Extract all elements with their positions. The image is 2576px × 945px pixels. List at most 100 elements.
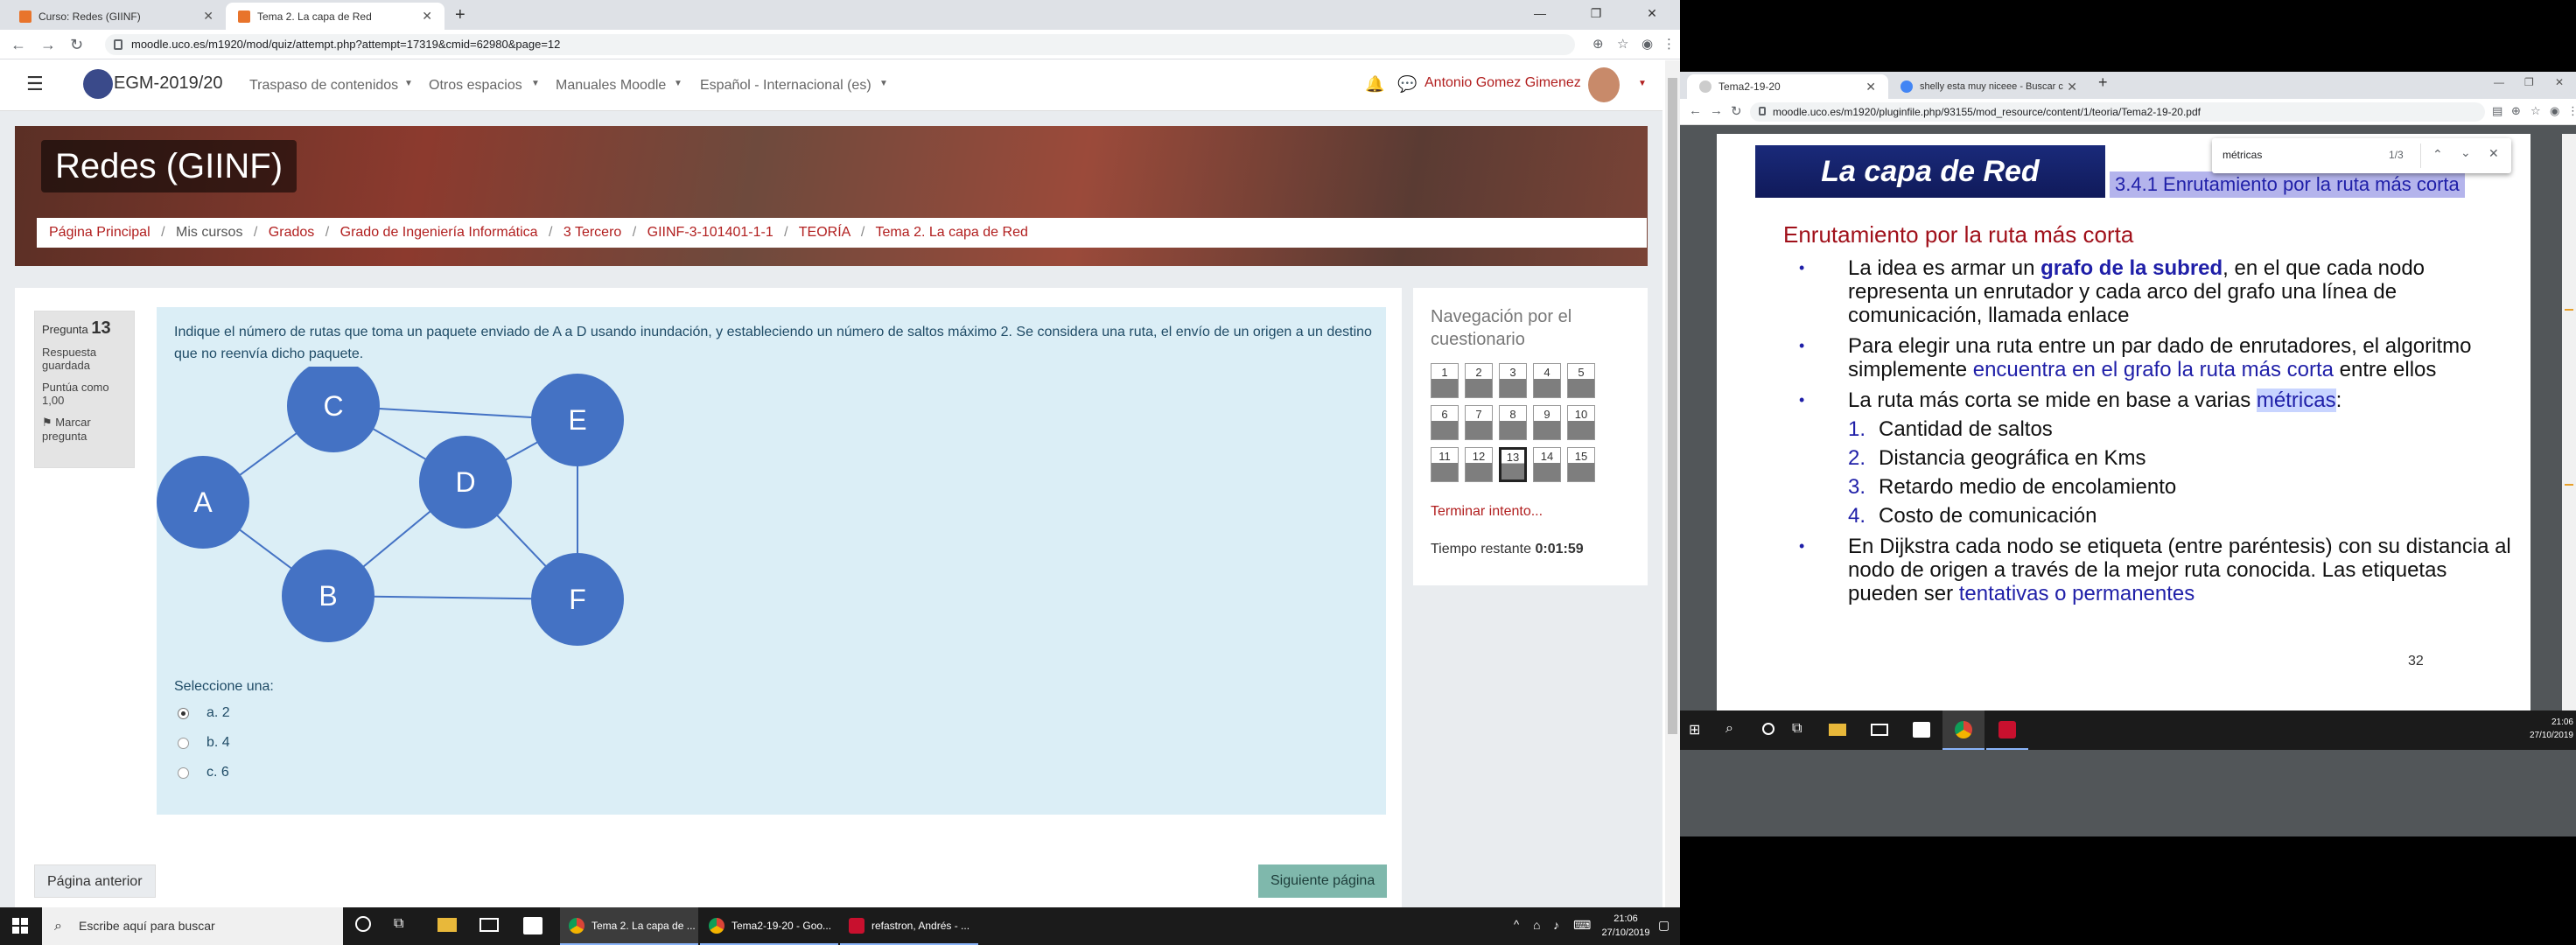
back-icon[interactable]: ← <box>10 36 26 54</box>
pdf-scrollbar[interactable] <box>2562 134 2576 711</box>
close-tab-icon[interactable]: ✕ <box>2067 80 2077 94</box>
radio-icon[interactable] <box>178 766 189 779</box>
right-url-input[interactable]: moodle.uco.es/m1920/pluginfile.php/93155… <box>1750 102 2485 122</box>
start-icon[interactable]: ⊞ <box>1689 721 1700 738</box>
option-a[interactable]: a. 2 <box>178 705 230 721</box>
taskbar-clock[interactable]: 21:06 27/10/2019 <box>1600 912 1652 940</box>
task-view-icon[interactable]: ⧉ <box>1792 721 1802 737</box>
file-explorer-icon[interactable] <box>1829 724 1846 736</box>
taskbar-outlook-button[interactable] <box>1986 710 2028 750</box>
tray-chevron-icon[interactable]: ^ <box>1514 918 1519 931</box>
tab-google-search[interactable]: shelly esta muy niceee - Buscar c ✕ <box>1888 74 2090 99</box>
quiz-nav-button[interactable]: 12 <box>1465 447 1493 482</box>
file-explorer-icon[interactable] <box>438 918 457 932</box>
close-tab-icon[interactable]: ✕ <box>422 9 432 24</box>
cortana-icon[interactable] <box>1762 723 1774 735</box>
finish-attempt-link[interactable]: Terminar intento... <box>1431 504 1543 520</box>
close-window-icon[interactable]: ✕ <box>1624 0 1680 26</box>
menu-language[interactable]: Español - Internacional (es) <box>700 78 872 94</box>
messages-icon[interactable]: 💬 <box>1397 75 1417 94</box>
menu-manuales[interactable]: Manuales Moodle <box>556 78 666 94</box>
find-close-icon[interactable]: ✕ <box>2488 146 2499 161</box>
account-icon[interactable]: ◉ <box>2550 104 2559 118</box>
new-tab-icon[interactable]: + <box>2098 74 2108 92</box>
reload-icon[interactable]: ↻ <box>1731 103 1742 119</box>
zoom-icon[interactable]: ⊕ <box>1592 36 1604 52</box>
breadcrumb-teoria[interactable]: TEORÍA <box>799 225 850 240</box>
find-previous-icon[interactable]: ⌃ <box>2432 147 2443 162</box>
quiz-nav-button[interactable]: 14 <box>1533 447 1561 482</box>
scrollbar-thumb[interactable] <box>1668 78 1677 734</box>
breadcrumb-home[interactable]: Página Principal <box>49 225 150 240</box>
find-next-icon[interactable]: ⌄ <box>2460 145 2471 160</box>
taskbar-clock[interactable]: 21:06 27/10/2019 <box>2516 716 2573 742</box>
quiz-nav-button[interactable]: 6 <box>1431 405 1459 440</box>
site-brand[interactable]: EGM-2019/20 <box>114 74 223 94</box>
user-name[interactable]: Antonio Gomez Gimenez <box>1424 75 1581 91</box>
menu-otros[interactable]: Otros espacios <box>429 78 522 94</box>
quiz-nav-button[interactable]: 10 <box>1567 405 1595 440</box>
vertical-scrollbar[interactable] <box>1665 60 1680 907</box>
star-icon[interactable]: ☆ <box>2530 104 2541 118</box>
cortana-icon[interactable] <box>355 916 371 932</box>
star-icon[interactable]: ☆ <box>1617 36 1628 52</box>
close-window-icon[interactable]: ✕ <box>2555 76 2564 88</box>
flag-question[interactable]: ⚑ Marcar pregunta <box>42 416 127 443</box>
network-icon[interactable]: ⌂ <box>1533 918 1540 932</box>
taskbar-chrome-button[interactable] <box>1942 710 1984 750</box>
radio-icon[interactable] <box>178 737 189 749</box>
find-input[interactable]: métricas <box>2222 149 2262 161</box>
hamburger-icon[interactable]: ☰ <box>26 73 44 95</box>
restore-icon[interactable]: ❐ <box>1568 0 1624 26</box>
quiz-nav-button[interactable]: 3 <box>1499 363 1527 398</box>
option-b[interactable]: b. 4 <box>178 735 230 751</box>
breadcrumb-grado[interactable]: Grado de Ingeniería Informática <box>340 225 538 240</box>
breadcrumb-tercero[interactable]: 3 Tercero <box>564 225 621 240</box>
quiz-nav-button[interactable]: 11 <box>1431 447 1459 482</box>
close-tab-icon[interactable]: ✕ <box>1866 80 1876 94</box>
mail-icon[interactable] <box>1871 724 1888 736</box>
reload-icon[interactable]: ↻ <box>70 36 83 54</box>
keyboard-icon[interactable]: ⌨ <box>1573 918 1591 933</box>
zoom-icon[interactable]: ⊕ <box>2511 104 2521 118</box>
breadcrumb-course-code[interactable]: GIINF-3-101401-1-1 <box>648 225 774 240</box>
quiz-nav-button[interactable]: 9 <box>1533 405 1561 440</box>
quiz-nav-button-current[interactable]: 13 <box>1499 447 1527 482</box>
option-c[interactable]: c. 6 <box>178 765 229 780</box>
url-input[interactable]: moodle.uco.es/m1920/mod/quiz/attempt.php… <box>105 34 1575 55</box>
store-icon[interactable] <box>1913 722 1930 738</box>
new-tab-icon[interactable]: + <box>455 5 466 25</box>
minimize-icon[interactable]: — <box>2494 76 2504 88</box>
back-icon[interactable]: ← <box>1689 103 1702 118</box>
notifications-bell-icon[interactable]: 🔔 <box>1365 75 1384 94</box>
restore-icon[interactable]: ❐ <box>2524 76 2534 88</box>
quiz-nav-button[interactable]: 7 <box>1465 405 1493 440</box>
avatar[interactable] <box>1588 67 1620 102</box>
quiz-nav-button[interactable]: 2 <box>1465 363 1493 398</box>
pdf-page-icon[interactable]: ▤ <box>2492 104 2502 118</box>
forward-icon[interactable]: → <box>40 36 56 54</box>
account-icon[interactable]: ◉ <box>1642 36 1653 52</box>
task-view-icon[interactable]: ⧉ <box>394 916 403 932</box>
breadcrumb-grados[interactable]: Grados <box>269 225 314 240</box>
quiz-nav-button[interactable]: 15 <box>1567 447 1595 482</box>
start-button[interactable] <box>0 907 42 945</box>
store-icon[interactable] <box>523 917 542 934</box>
taskbar-app-outlook[interactable]: refastron, Andrés - ... <box>840 907 978 945</box>
breadcrumb-tema2[interactable]: Tema 2. La capa de Red <box>876 225 1028 240</box>
previous-page-button[interactable]: Página anterior <box>34 864 156 898</box>
tab-pdf[interactable]: Tema2-19-20 ✕ <box>1687 74 1888 99</box>
tab-curso[interactable]: Curso: Redes (GIINF) ✕ <box>7 3 226 30</box>
quiz-nav-button[interactable]: 5 <box>1567 363 1595 398</box>
quiz-nav-button[interactable]: 4 <box>1533 363 1561 398</box>
quiz-nav-button[interactable]: 8 <box>1499 405 1527 440</box>
taskbar-app-chrome-2[interactable]: Tema2-19-20 - Goo... <box>700 907 838 945</box>
mail-icon[interactable] <box>480 918 499 932</box>
forward-icon[interactable]: → <box>1710 103 1723 118</box>
volume-icon[interactable]: ♪ <box>1553 918 1559 932</box>
menu-dots-icon[interactable]: ⋮ <box>2567 104 2576 118</box>
tab-tema2[interactable]: Tema 2. La capa de Red ✕ <box>226 3 444 30</box>
next-page-button[interactable]: Siguiente página <box>1258 864 1388 898</box>
search-icon[interactable]: ⌕ <box>1726 721 1733 737</box>
menu-dots-icon[interactable]: ⋮ <box>1662 36 1676 52</box>
